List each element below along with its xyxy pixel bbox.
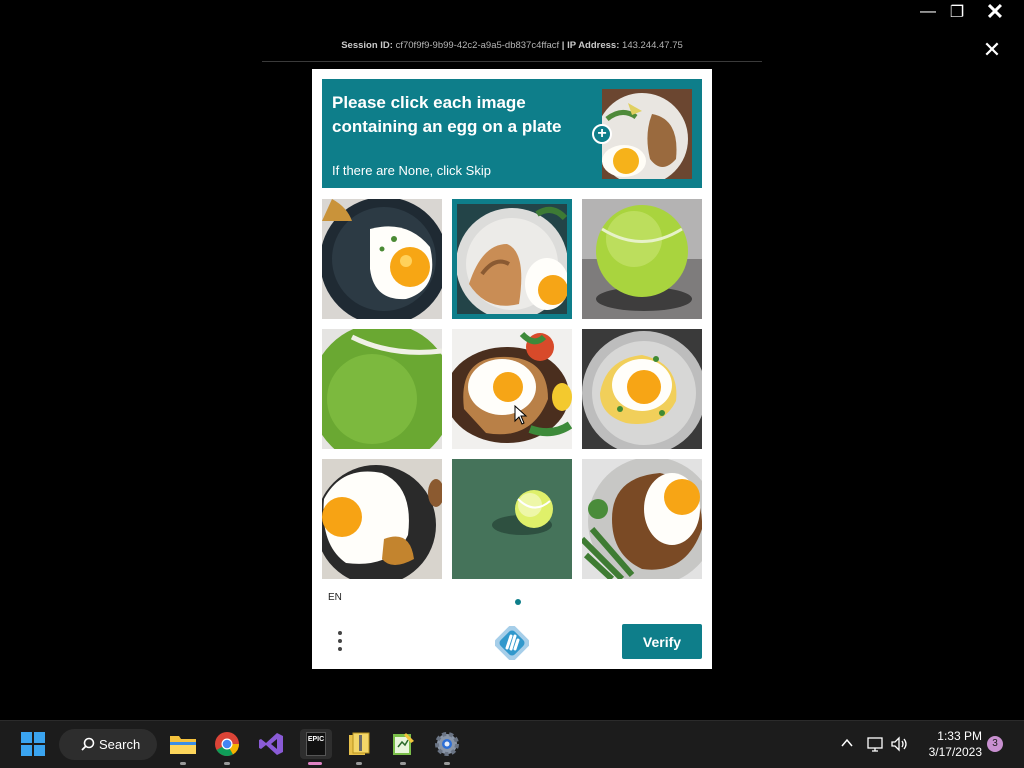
egg-on-plate-icon: [322, 459, 442, 579]
search-label: Search: [99, 737, 141, 752]
sample-image: [602, 89, 692, 179]
epic-games-logo: EPIC: [306, 732, 326, 756]
show-hidden-icons-icon[interactable]: [840, 736, 854, 752]
captcha-card: Please click each image containing an eg…: [312, 69, 712, 669]
page-indicator-dot: [515, 599, 521, 605]
captcha-tile-7[interactable]: [322, 459, 442, 579]
captcha-tile-8[interactable]: [452, 459, 572, 579]
tennis-ball-icon: [452, 459, 572, 579]
volume-icon[interactable]: [890, 736, 910, 752]
taskbar-clock[interactable]: 1:33 PM 3/17/2023: [918, 728, 982, 760]
more-options-icon[interactable]: [332, 627, 348, 657]
search-icon: [81, 737, 95, 751]
egg-on-plate-icon: [322, 199, 442, 319]
epic-games-icon[interactable]: EPIC: [300, 729, 332, 765]
tennis-ball-icon: [582, 199, 702, 319]
egg-on-plate-icon: [452, 329, 572, 449]
captcha-tile-2[interactable]: [452, 199, 572, 319]
language-selector[interactable]: EN: [328, 592, 342, 603]
captcha-tile-3[interactable]: [582, 199, 702, 319]
captcha-prompt: Please click each image containing an eg…: [332, 93, 562, 136]
visual-studio-icon[interactable]: [256, 729, 286, 759]
session-id-value: cf70f9f9-9b99-42c2-a9a5-db837c4ffacf: [395, 40, 560, 51]
tennis-ball-icon: [322, 329, 442, 449]
taskbar-search[interactable]: Search: [59, 729, 157, 760]
minimize-button[interactable]: —: [913, 0, 943, 24]
ip-value: 143.244.47.75: [622, 40, 683, 51]
captcha-header: Please click each image containing an eg…: [322, 79, 702, 188]
file-explorer-icon[interactable]: [168, 729, 198, 765]
clock-time: 1:33 PM: [937, 729, 982, 743]
session-separator: |: [561, 40, 565, 51]
add-sample-icon[interactable]: +: [592, 124, 612, 144]
captcha-tile-5[interactable]: [452, 329, 572, 449]
mouse-cursor-icon: [514, 405, 528, 425]
header-divider: [262, 61, 762, 62]
notification-badge[interactable]: 3: [987, 736, 1003, 752]
session-info: Session ID: cf70f9f9-9b99-42c2-a9a5-db83…: [262, 40, 762, 51]
notepad-icon[interactable]: [388, 729, 418, 765]
start-icon[interactable]: [18, 729, 48, 759]
ip-label: IP Address:: [567, 40, 620, 51]
hcaptcha-logo-icon: [494, 625, 530, 661]
settings-icon[interactable]: [432, 729, 462, 765]
egg-on-plate-icon: [582, 329, 702, 449]
captcha-tile-1[interactable]: [322, 199, 442, 319]
network-icon[interactable]: [866, 736, 884, 752]
captcha-tile-9[interactable]: [582, 459, 702, 579]
chrome-icon[interactable]: [212, 729, 242, 765]
archive-icon[interactable]: [344, 729, 374, 765]
captcha-tile-6[interactable]: [582, 329, 702, 449]
session-id-label: Session ID:: [341, 40, 393, 51]
close-overlay-icon[interactable]: ✕: [980, 38, 1004, 62]
verify-button[interactable]: Verify: [622, 624, 702, 659]
window-close-button[interactable]: ✕: [980, 0, 1010, 24]
egg-on-plate-icon: [582, 459, 702, 579]
skip-hint: If there are None, click Skip: [332, 163, 491, 178]
egg-on-toast-icon: [457, 204, 567, 314]
captcha-tile-4[interactable]: [322, 329, 442, 449]
maximize-button[interactable]: ❐: [942, 0, 972, 24]
clock-date: 3/17/2023: [928, 745, 982, 759]
